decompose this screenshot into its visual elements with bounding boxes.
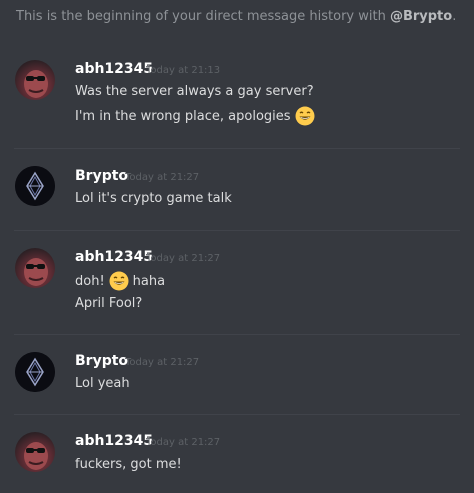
intro-suffix: . xyxy=(452,9,457,24)
message-author[interactable]: abh12345 xyxy=(75,61,153,77)
message-timestamp: Today at 21:27 xyxy=(125,172,200,183)
ethereum-logo-icon xyxy=(15,352,55,392)
message-author[interactable]: abh12345 xyxy=(75,433,153,449)
message-timestamp: Today at 21:27 xyxy=(125,357,200,368)
message-line: Lol it's crypto game talk xyxy=(75,191,232,206)
message-line: doh! haha xyxy=(75,271,165,291)
message-author[interactable]: Brypto xyxy=(75,168,128,184)
message-timestamp: Today at 21:27 xyxy=(146,253,221,264)
message-divider xyxy=(14,414,460,415)
user-photo-icon xyxy=(24,442,48,470)
message-text: Lol yeah xyxy=(75,376,130,391)
message-text: I'm in the wrong place, apologies xyxy=(75,108,291,124)
message-timestamp: Today at 21:13 xyxy=(146,65,221,76)
message-text: Lol it's crypto game talk xyxy=(75,191,232,206)
message-line: Lol yeah xyxy=(75,376,130,391)
avatar[interactable] xyxy=(15,60,55,100)
message-line: April Fool? xyxy=(75,296,142,311)
user-photo-icon xyxy=(24,70,48,98)
avatar[interactable] xyxy=(15,352,55,392)
message-divider xyxy=(14,230,460,231)
message-author[interactable]: abh12345 xyxy=(75,249,153,265)
message-text: fuckers, got me! xyxy=(75,457,182,472)
avatar[interactable] xyxy=(15,248,55,288)
dm-history-intro: This is the beginning of your direct mes… xyxy=(16,9,456,24)
grinning-face-icon xyxy=(295,106,315,126)
avatar[interactable] xyxy=(15,432,55,472)
intro-username[interactable]: @Brypto xyxy=(390,9,452,24)
message-text: Was the server always a gay server? xyxy=(75,84,314,99)
message-author[interactable]: Brypto xyxy=(75,353,128,369)
message-timestamp: Today at 21:27 xyxy=(146,437,221,448)
message-divider xyxy=(14,148,460,149)
avatar[interactable] xyxy=(15,166,55,206)
grinning-face-icon xyxy=(109,271,129,291)
ethereum-logo-icon xyxy=(15,166,55,206)
message-text: haha xyxy=(132,273,166,289)
message-line: Was the server always a gay server? xyxy=(75,84,314,99)
message-text: doh! xyxy=(75,273,105,289)
message-divider xyxy=(14,334,460,335)
message-line: I'm in the wrong place, apologies xyxy=(75,106,315,126)
message-text: April Fool? xyxy=(75,296,143,311)
user-photo-icon xyxy=(24,258,48,286)
message-line: fuckers, got me! xyxy=(75,457,182,472)
intro-text: This is the beginning of your direct mes… xyxy=(16,9,390,24)
